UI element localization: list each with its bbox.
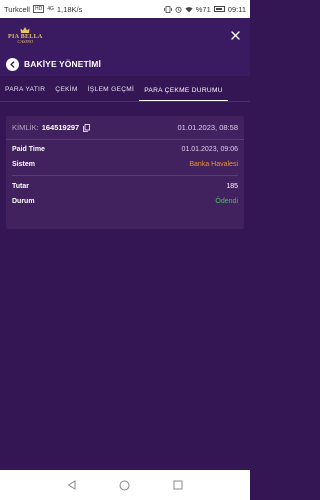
clock: 09:11 [227, 4, 246, 14]
back-arrow-icon [10, 60, 15, 68]
crown-icon [20, 26, 30, 33]
transaction-header: KİMLİK: 164519297 01.01.2023, 08:58 [6, 116, 244, 140]
network-speed: 1,18K/s [56, 4, 83, 14]
nav-home-button[interactable] [119, 479, 131, 491]
page-header: BAKİYE YÖNETİMİ [0, 52, 250, 76]
carrier-label: Turkcell [4, 4, 30, 14]
tab-history[interactable]: İŞLEM GEÇMİ [83, 86, 140, 101]
paid-time-row: Paid Time 01.01.2023, 09:06 [6, 142, 244, 157]
system-label: Sistem [12, 161, 35, 168]
system-nav-bar [0, 470, 250, 500]
signal-label: 4G [47, 6, 54, 12]
tab-withdraw[interactable]: ÇEKİM [50, 86, 82, 101]
amount-row: Tutar 185 [6, 179, 244, 194]
divider [12, 175, 238, 176]
transaction-id-label: KİMLİK: [12, 123, 39, 132]
nav-back-button[interactable] [66, 479, 78, 491]
status-label: Durum [12, 198, 35, 205]
triangle-back-icon [67, 480, 76, 490]
status-row: Durum Ödendi [6, 194, 244, 209]
transaction-date: 01.01.2023, 08:58 [177, 123, 238, 132]
status-value: Ödendi [215, 198, 238, 205]
circle-home-icon [119, 480, 130, 490]
brand-subtitle: CASINO [17, 38, 34, 44]
paid-time-value: 01.01.2023, 09:06 [181, 146, 238, 153]
alarm-icon [175, 6, 182, 13]
amount-label: Tutar [12, 183, 29, 190]
system-row: Sistem Banka Havalesi [6, 157, 244, 172]
network-badge: HD [32, 5, 45, 13]
wifi-icon [185, 6, 193, 12]
close-icon [230, 30, 240, 40]
transaction-id-value: 164519297 [41, 123, 80, 132]
back-button[interactable] [6, 57, 19, 71]
brand-logo[interactable]: PIA BELLA CASINO [8, 26, 43, 45]
nav-recent-button[interactable] [172, 479, 184, 491]
system-value: Banka Havalesi [189, 161, 238, 168]
close-button[interactable] [228, 28, 242, 43]
status-bar: Turkcell HD 4G 1,18K/s %71 09:11 [0, 0, 250, 18]
tab-deposit[interactable]: PARA YATIR [0, 86, 50, 101]
amount-value: 185 [226, 183, 238, 190]
app-header: PIA BELLA CASINO [0, 18, 250, 52]
vibrate-icon [163, 5, 172, 13]
tab-withdraw-status[interactable]: PARA ÇEKME DURUMU [139, 87, 228, 101]
transaction-card: KİMLİK: 164519297 01.01.2023, 08:58 Paid… [6, 116, 244, 229]
page-title: BAKİYE YÖNETİMİ [24, 59, 101, 69]
paid-time-label: Paid Time [12, 146, 45, 153]
battery-percent: %71 [195, 4, 211, 14]
copy-icon[interactable] [83, 123, 91, 132]
square-recent-icon [173, 480, 183, 490]
battery-icon [213, 6, 225, 12]
tab-bar: PARA YATIR ÇEKİM İŞLEM GEÇMİ PARA ÇEKME … [0, 76, 250, 102]
